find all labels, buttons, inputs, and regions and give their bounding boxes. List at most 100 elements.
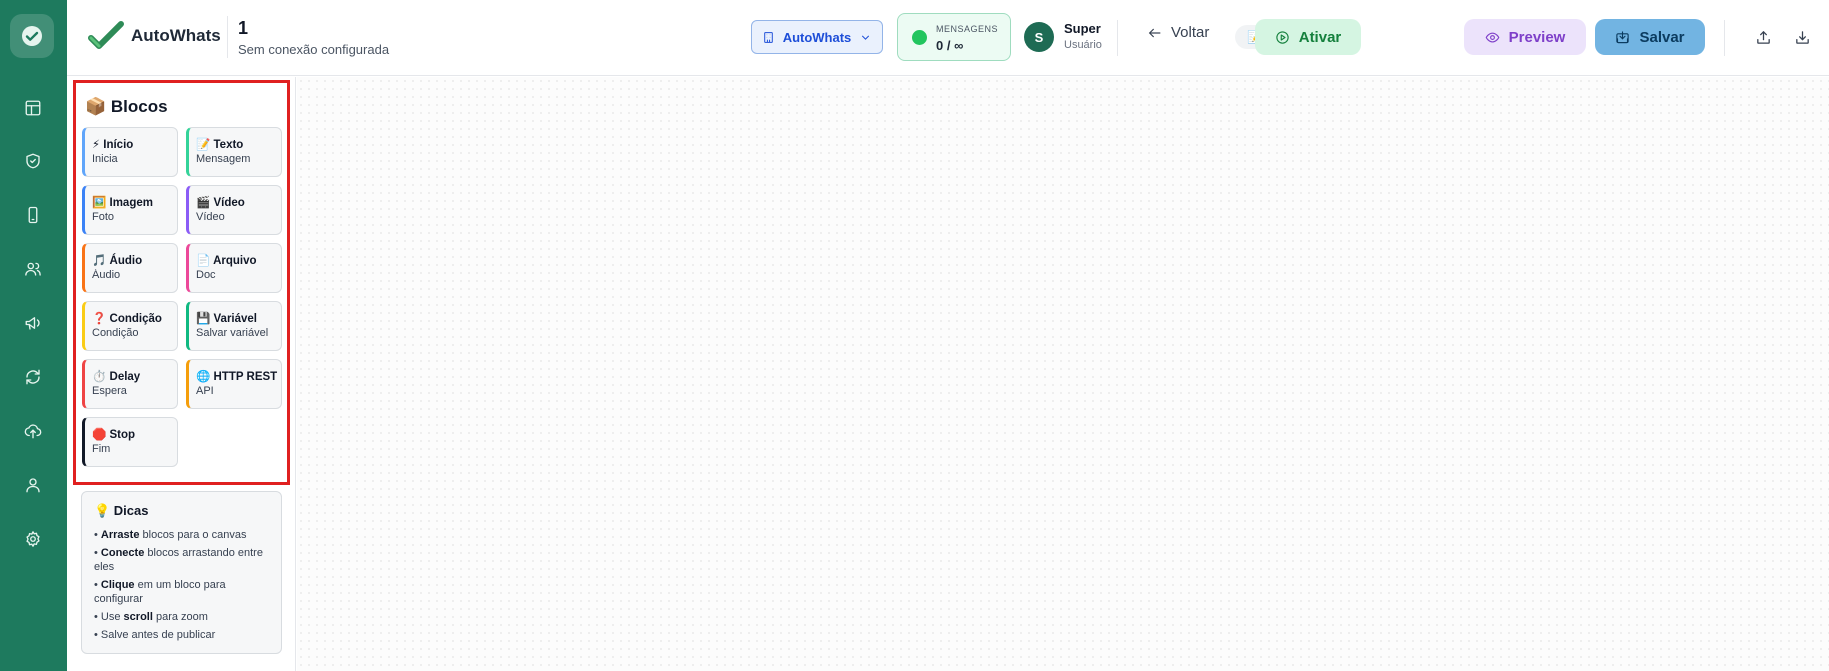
block-texto[interactable]: 📝 Texto Mensagem [186,127,282,177]
preview-label: Preview [1508,28,1566,46]
dashboard-icon[interactable] [19,94,47,122]
block-desc: Doc [196,269,216,281]
tenant-label: AutoWhats [782,29,852,45]
chevron-down-icon [862,35,870,40]
tenant-selector[interactable]: AutoWhats [751,20,883,54]
block-desc: Inicia [92,153,118,165]
block-name: 📝 Texto [196,139,244,151]
arrow-left-icon [1148,28,1161,37]
status-dot [912,30,927,45]
tip-item: • Clique em um bloco para configurar [94,579,226,605]
block-name: 🎬 Vídeo [196,197,245,209]
block-desc: Foto [92,211,115,223]
phone-icon[interactable] [19,201,47,229]
block-desc: Mensagem [196,153,251,165]
top-bar: AutoWhats 1 Sem conexão configurada Auto… [67,0,1829,76]
block-name: 🖼️ Imagem [92,197,153,209]
megaphone-icon[interactable] [19,309,47,337]
play-circle-icon [1276,30,1289,44]
activate-button[interactable]: Ativar [1255,19,1361,55]
preview-button[interactable]: Preview [1464,19,1586,55]
block-name: 💾 Variável [196,313,257,325]
download-icon [1795,30,1809,44]
export-button[interactable] [1752,26,1774,48]
avatar[interactable]: S [1024,22,1054,52]
block-desc: Salvar variável [196,327,269,339]
block-desc: API [196,385,214,397]
cloud-upload-icon[interactable] [19,417,47,445]
block-desc: Áudio [92,269,121,281]
block-desc: Condição [92,327,139,339]
block-video[interactable]: 🎬 Vídeo Vídeo [186,185,282,235]
upload-icon [1756,30,1770,44]
block-arquivo[interactable]: 📄 Arquivo Doc [186,243,282,293]
block-http-rest[interactable]: 🌐 HTTP REST API [186,359,282,409]
back-button[interactable]: Voltar [1147,24,1209,41]
blocks-panel: 📦 Blocos ⚡ Início Inicia 📝 Texto Mensage… [67,77,296,671]
tip-item: • Arraste blocos para o canvas [94,529,247,541]
messages-counter: MENSAGENS 0 / ∞ [897,13,1011,61]
flow-canvas[interactable] [297,77,1829,671]
activate-label: Ativar [1298,28,1342,46]
blocks-section: 📦 Blocos ⚡ Início Inicia 📝 Texto Mensage… [73,80,290,485]
back-label: Voltar [1171,24,1210,41]
block-name: ⏱️ Delay [92,371,141,383]
block-name: ❓ Condição [92,313,162,325]
brand[interactable]: AutoWhats [87,20,221,52]
tip-text: Use [100,611,124,623]
app-logo[interactable] [10,14,54,58]
block-inicio[interactable]: ⚡ Início Inicia [82,127,178,177]
block-variavel[interactable]: 💾 Variável Salvar variável [186,301,282,351]
block-delay[interactable]: ⏱️ Delay Espera [82,359,178,409]
messages-value: 0 / ∞ [936,38,964,53]
divider [1117,20,1118,56]
tip-item: • Use scroll para zoom [94,611,208,623]
block-desc: Vídeo [196,211,225,223]
user-role: Usuário [1064,39,1102,51]
tip-bold: Conecte [100,547,145,559]
block-desc: Espera [92,385,127,397]
tip-text: Salve antes de publicar [100,629,216,641]
block-condicao[interactable]: ❓ Condição Condição [82,301,178,351]
tip-bold: Arraste [100,529,140,541]
block-stop[interactable]: 🛑 Stop Fim [82,417,178,467]
tip-text: para zoom [152,611,208,623]
tip-item: • Conecte blocos arrastando entre eles [94,547,263,573]
settings-icon[interactable] [19,525,47,553]
flow-title: 1 [238,18,249,38]
block-desc: Fim [92,443,111,455]
check-badge-icon [22,26,42,46]
block-imagem[interactable]: 🖼️ Imagem Foto [82,185,178,235]
tip-bold: Clique [100,579,135,591]
eye-icon [1485,32,1499,42]
user-icon[interactable] [19,471,47,499]
connection-status: Sem conexão configurada [238,42,390,57]
building-icon [763,31,773,43]
tip-item: • Salve antes de publicar [94,629,216,641]
divider [1724,20,1725,56]
divider [227,16,228,58]
user-name: Super [1064,21,1101,36]
tip-text: blocos para o canvas [139,529,247,541]
tip-bold: scroll [123,611,153,623]
shield-icon[interactable] [19,147,47,175]
users-icon[interactable] [19,255,47,283]
left-nav-rail [0,0,67,671]
tips-panel: 💡 Dicas • Arraste blocos para o canvas •… [81,491,282,654]
block-name: 🛑 Stop [92,429,136,441]
brand-name: AutoWhats [131,26,221,45]
blocks-title: 📦 Blocos [85,97,168,116]
save-icon [1616,30,1630,43]
import-button[interactable] [1791,26,1813,48]
block-audio[interactable]: 🎵 Áudio Áudio [82,243,178,293]
refresh-icon[interactable] [19,363,47,391]
save-button[interactable]: Salvar [1595,19,1705,55]
save-label: Salvar [1639,28,1685,46]
block-name: 📄 Arquivo [196,255,257,267]
block-name: 🎵 Áudio [92,255,143,267]
block-name: ⚡ Início [92,139,134,151]
brand-check-icon [88,21,124,49]
messages-label: MENSAGENS [936,24,999,34]
tips-title: 💡 Dicas [94,503,149,518]
block-name: 🌐 HTTP REST [196,371,278,383]
